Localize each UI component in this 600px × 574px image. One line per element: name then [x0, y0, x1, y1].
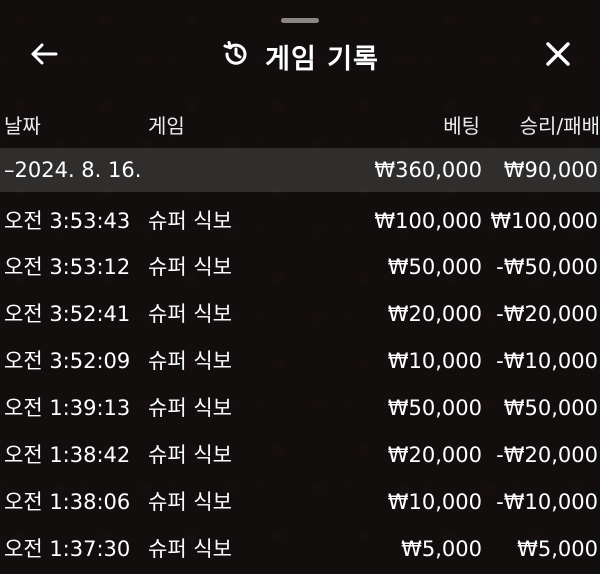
- table-row[interactable]: 오전 1:39:13 슈퍼 식보 ₩50,000 ₩50,000: [0, 385, 600, 431]
- row-game: 슈퍼 식보: [148, 443, 232, 467]
- column-header-date: 날짜: [4, 114, 41, 138]
- row-bet: ₩20,000: [387, 302, 482, 326]
- row-game: 슈퍼 식보: [148, 349, 232, 373]
- row-time: 오전 1:39:13: [4, 396, 131, 420]
- column-header-bet: 베팅: [443, 114, 480, 138]
- row-game: 슈퍼 식보: [148, 209, 232, 233]
- table-row[interactable]: 오전 3:52:41 슈퍼 식보 ₩20,000 -₩20,000: [0, 291, 600, 337]
- row-win-loss: -₩50,000: [496, 255, 598, 279]
- history-sheet: 게임 기록 날짜 게임 베팅 승리/패배 –2024. 8. 16. ₩360,…: [0, 0, 600, 574]
- close-button[interactable]: [540, 38, 576, 74]
- arrow-left-icon: [29, 42, 59, 70]
- back-button[interactable]: [26, 38, 62, 74]
- row-time: 오전 3:52:41: [4, 302, 131, 326]
- row-game: 슈퍼 식보: [148, 396, 232, 420]
- row-win-loss: ₩5,000: [517, 537, 598, 561]
- row-bet: ₩50,000: [387, 255, 482, 279]
- row-time: 오전 3:53:43: [4, 209, 131, 233]
- row-game: 슈퍼 식보: [148, 255, 232, 279]
- row-game: 슈퍼 식보: [148, 537, 232, 561]
- table-row[interactable]: 오전 1:38:42 슈퍼 식보 ₩20,000 -₩20,000: [0, 432, 600, 478]
- column-header-win-loss: 승리/패배: [519, 114, 600, 138]
- row-win-loss: -₩20,000: [496, 302, 598, 326]
- close-icon: [545, 41, 571, 71]
- table-row[interactable]: 오전 1:37:30 슈퍼 식보 ₩5,000 ₩5,000: [0, 526, 600, 572]
- row-time: 오전 3:53:12: [4, 255, 131, 279]
- row-bet: ₩5,000: [401, 537, 482, 561]
- table-row[interactable]: 오전 3:53:43 슈퍼 식보 ₩100,000 ₩100,000: [0, 198, 600, 244]
- row-win-loss: ₩100,000: [490, 209, 598, 233]
- row-time: 오전 1:37:30: [4, 537, 131, 561]
- row-game: 슈퍼 식보: [148, 490, 232, 514]
- row-bet: ₩10,000: [387, 349, 482, 373]
- row-win-loss: -₩20,000: [496, 443, 598, 467]
- header: 게임 기록: [0, 30, 600, 82]
- row-time: 오전 1:38:42: [4, 443, 131, 467]
- row-time: 오전 3:52:09: [4, 349, 131, 373]
- date-summary-row[interactable]: –2024. 8. 16. ₩360,000 ₩90,000: [0, 148, 600, 192]
- drag-handle[interactable]: [281, 18, 319, 23]
- row-bet: ₩50,000: [387, 396, 482, 420]
- summary-bet: ₩360,000: [374, 158, 482, 182]
- table-row[interactable]: 오전 3:53:12 슈퍼 식보 ₩50,000 -₩50,000: [0, 244, 600, 290]
- title-group: 게임 기록: [0, 30, 600, 82]
- summary-win-loss: ₩90,000: [503, 158, 598, 182]
- row-win-loss: ₩50,000: [503, 396, 598, 420]
- row-game: 슈퍼 식보: [148, 302, 232, 326]
- history-icon: [221, 39, 251, 73]
- table-row[interactable]: 오전 1:38:06 슈퍼 식보 ₩10,000 -₩10,000: [0, 479, 600, 525]
- row-time: 오전 1:38:06: [4, 490, 131, 514]
- row-bet: ₩10,000: [387, 490, 482, 514]
- game-history-screen: 게임 기록 날짜 게임 베팅 승리/패배 –2024. 8. 16. ₩360,…: [0, 0, 600, 574]
- row-win-loss: -₩10,000: [496, 349, 598, 373]
- table-row[interactable]: 오전 3:52:09 슈퍼 식보 ₩10,000 -₩10,000: [0, 338, 600, 384]
- page-title: 게임 기록: [265, 43, 379, 75]
- summary-date: –2024. 8. 16.: [4, 158, 142, 182]
- row-bet: ₩100,000: [374, 209, 482, 233]
- row-win-loss: -₩10,000: [496, 490, 598, 514]
- row-bet: ₩20,000: [387, 443, 482, 467]
- column-header-game: 게임: [148, 114, 185, 138]
